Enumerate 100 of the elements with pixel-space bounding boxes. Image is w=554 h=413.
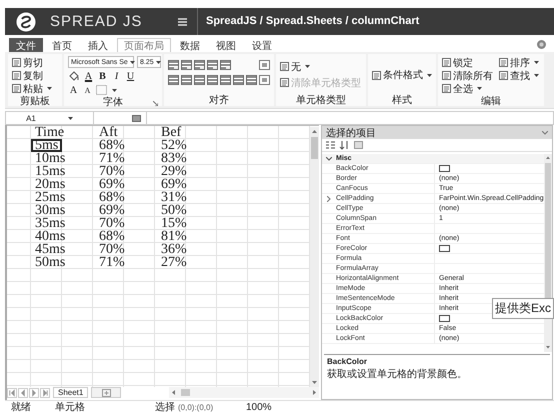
expand-icon[interactable] [327, 196, 331, 202]
align-icon[interactable] [194, 75, 205, 85]
ribbon-button[interactable]: 剪切 [12, 56, 58, 69]
font-size-button[interactable]: A [82, 86, 93, 94]
align-icon[interactable] [168, 60, 179, 70]
document-icon [12, 84, 21, 93]
collapse-icon[interactable] [326, 156, 332, 160]
align-icon[interactable] [168, 75, 179, 85]
document-icon [12, 71, 21, 80]
table-cell[interactable]: 69% [93, 204, 124, 217]
ribbon-button[interactable]: 全选 [442, 82, 494, 95]
sheet-nav-button[interactable] [40, 388, 50, 398]
ribbon-button[interactable]: 复制 [12, 69, 58, 82]
wrap-icon[interactable] [259, 60, 270, 70]
menu-icon[interactable] [178, 18, 187, 26]
table-cell[interactable]: 15% [155, 217, 186, 230]
color-swatch-icon[interactable] [439, 245, 450, 252]
group-label: 样式 [392, 94, 412, 107]
ribbon-button[interactable]: 锁定 [442, 56, 494, 69]
format-button[interactable]: B [97, 70, 108, 82]
table-cell[interactable]: 31% [155, 191, 186, 204]
ribbon-button[interactable]: 清除所有 [442, 69, 494, 82]
status-text: (0,0):(0,0) [178, 402, 214, 412]
panel-title: 选择的项目 [326, 126, 376, 140]
table-cell[interactable]: 70% [93, 165, 124, 178]
document-icon [499, 71, 508, 80]
table-cell[interactable]: 27% [155, 256, 186, 269]
table-cell[interactable]: 81% [155, 230, 186, 243]
align-icon[interactable] [233, 75, 244, 85]
categorized-icon[interactable] [325, 140, 336, 150]
align-icon[interactable] [207, 75, 218, 85]
first-icon [8, 388, 16, 396]
new-sheet-icon [102, 388, 111, 396]
align-icon[interactable] [246, 75, 257, 85]
vertical-scrollbar[interactable] [310, 127, 319, 387]
document-icon [442, 71, 451, 80]
table-cell[interactable]: 68% [93, 230, 124, 243]
table-cell[interactable]: 71% [93, 152, 124, 165]
align-icon[interactable] [194, 60, 205, 70]
table-cell[interactable]: 68% [93, 191, 124, 204]
table-cell[interactable]: 68% [93, 139, 124, 152]
dialog-launcher-icon[interactable] [153, 101, 158, 106]
table-cell[interactable]: 70% [93, 217, 124, 230]
table-cell[interactable]: Aft [93, 126, 124, 139]
group-label: 字体 [103, 96, 123, 109]
align-icon[interactable] [181, 75, 192, 85]
ribbon-tab[interactable]: 数据 [173, 38, 207, 52]
name-box[interactable]: A1 [6, 112, 94, 124]
document-icon [280, 62, 289, 71]
status-text: 就绪 [10, 400, 32, 413]
ribbon-tab[interactable]: 设置 [245, 38, 279, 52]
document-icon [280, 78, 289, 87]
sheet-tab[interactable]: Sheet1 [53, 387, 88, 398]
zoom-level: 100% [246, 402, 272, 412]
color-swatch-icon[interactable] [439, 165, 450, 172]
ribbon-button[interactable]: 粘贴 [12, 82, 58, 95]
add-sheet-tab[interactable] [91, 387, 122, 398]
table-cell[interactable]: 50% [155, 204, 186, 217]
chevron-down-icon[interactable] [542, 130, 548, 134]
table-cell[interactable]: 69% [155, 178, 186, 191]
table-cell[interactable]: 36% [155, 243, 186, 256]
table-cell[interactable]: 52% [155, 139, 186, 152]
horizontal-scrollbar[interactable] [169, 387, 319, 398]
align-icon[interactable] [220, 75, 231, 85]
table-cell[interactable]: Time [31, 126, 62, 139]
ribbon-tab[interactable]: 文件 [9, 38, 43, 52]
fill-color-icon[interactable] [68, 71, 80, 81]
align-icon[interactable] [181, 60, 192, 70]
format-button[interactable]: U [125, 70, 136, 82]
align-icon[interactable] [207, 60, 218, 70]
sheet-nav-button[interactable] [29, 388, 39, 398]
wrap-icon[interactable] [259, 75, 270, 85]
ribbon-button[interactable]: 条件格式 [372, 68, 432, 82]
ribbon-button[interactable]: 查找 [499, 69, 540, 82]
sheet-nav-button[interactable] [18, 388, 28, 398]
format-button[interactable]: A [83, 70, 94, 82]
ribbon-tab[interactable]: 视图 [209, 38, 243, 52]
group-label: 编辑 [481, 94, 501, 108]
align-icon[interactable] [220, 60, 231, 70]
help-icon[interactable] [537, 40, 546, 49]
table-cell[interactable]: 70% [93, 243, 124, 256]
format-button[interactable]: I [111, 70, 122, 82]
table-cell[interactable]: 69% [93, 178, 124, 191]
document-icon [499, 58, 508, 67]
document-icon [442, 58, 451, 67]
sort-icon[interactable] [339, 140, 350, 150]
font-size-button[interactable]: A [68, 84, 79, 96]
ribbon-tab[interactable]: 首页 [45, 38, 79, 52]
table-cell[interactable]: 71% [93, 256, 124, 269]
color-swatch-icon[interactable] [439, 315, 450, 322]
ribbon-tab[interactable]: 插入 [81, 38, 115, 52]
sheet-nav-button[interactable] [7, 388, 17, 398]
table-cell[interactable]: 29% [155, 165, 186, 178]
ribbon-button[interactable]: 无 [280, 60, 362, 73]
function-icon[interactable] [132, 114, 141, 122]
border-icon[interactable] [96, 85, 107, 95]
table-cell[interactable]: Bef [155, 126, 186, 139]
ribbon-button[interactable]: 排序 [499, 56, 540, 69]
table-cell[interactable]: 83% [155, 152, 186, 165]
caret-icon [130, 60, 135, 64]
